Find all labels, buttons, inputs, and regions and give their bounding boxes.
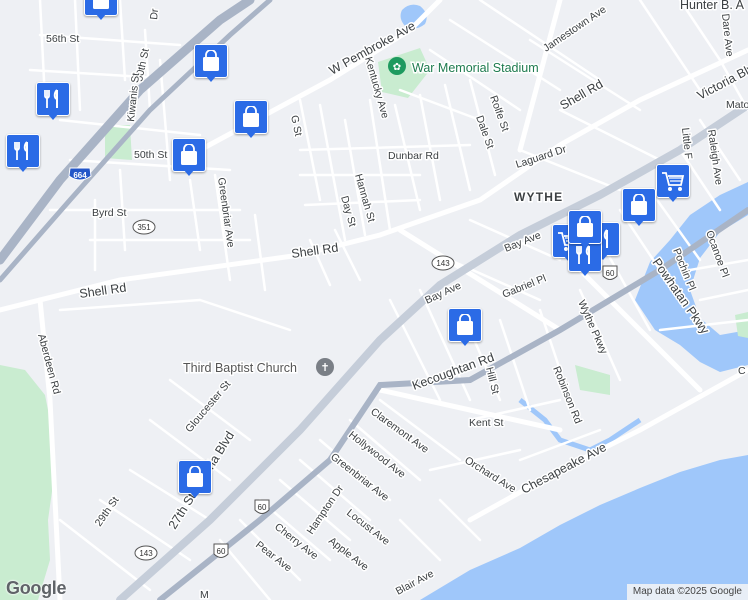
shopping-cart-marker[interactable]: [656, 164, 690, 204]
shopping-bag-marker[interactable]: [622, 188, 656, 228]
shopping-bag-icon: [622, 188, 656, 222]
street-label-byrd: Byrd St: [92, 207, 127, 219]
svg-text:351: 351: [137, 223, 151, 232]
shopping-bag-marker[interactable]: [84, 0, 118, 22]
shopping-bag-icon: [194, 44, 228, 78]
street-label-50th-b: 50th St: [134, 149, 167, 161]
map-attribution[interactable]: Map data ©2025 Google: [626, 584, 748, 600]
svg-text:664: 664: [73, 171, 87, 180]
map-canvas[interactable]: 664 351 143 143 60 60 60 ✿ War Memorial …: [0, 0, 748, 600]
restaurant-icon: [36, 82, 70, 116]
marker-pointer: [95, 13, 107, 20]
marker-pointer: [459, 339, 471, 346]
route-351-shield: 351: [132, 219, 156, 235]
us-60-shield-c: 60: [602, 265, 618, 280]
shopping-bag-icon: [448, 308, 482, 342]
marker-pointer: [189, 491, 201, 498]
street-label-56th: 56th St: [46, 33, 79, 45]
restaurant-marker[interactable]: [36, 82, 70, 122]
stadium-label: War Memorial Stadium: [412, 61, 539, 75]
stadium-icon: ✿: [393, 62, 401, 73]
marker-pointer: [17, 165, 29, 172]
neighborhood-label: WYTHE: [514, 190, 563, 204]
shopping-bag-marker[interactable]: [172, 138, 206, 178]
marker-pointer: [47, 113, 59, 120]
street-label-c-edge: C: [738, 365, 746, 377]
shopping-bag-marker[interactable]: [568, 210, 602, 250]
shopping-cart-icon: [656, 164, 690, 198]
marker-pointer: [205, 75, 217, 82]
svg-text:143: 143: [436, 259, 450, 268]
street-label-m-edge: M: [200, 589, 209, 600]
restaurant-icon: [6, 134, 40, 168]
street-label-hunter: Hunter B. A: [680, 0, 745, 12]
marker-pointer: [667, 195, 679, 202]
shopping-bag-icon: [234, 100, 268, 134]
shopping-bag-icon: [178, 460, 212, 494]
shopping-bag-marker[interactable]: [448, 308, 482, 348]
google-logo: Google: [6, 578, 67, 598]
marker-pointer: [245, 131, 257, 138]
cross-icon: ✝: [320, 361, 329, 374]
us-60-shield-a: 60: [254, 499, 270, 514]
church-label: Third Baptist Church: [183, 361, 297, 375]
street-label-dr: Dr: [148, 8, 161, 21]
restaurant-marker[interactable]: [6, 134, 40, 174]
svg-text:60: 60: [606, 269, 615, 278]
us-60-shield-b: 60: [213, 543, 229, 558]
shopping-bag-marker[interactable]: [178, 460, 212, 500]
svg-text:60: 60: [258, 503, 267, 512]
shopping-bag-icon: [568, 210, 602, 244]
marker-pointer: [633, 219, 645, 226]
marker-pointer: [183, 169, 195, 176]
street-label-kent: Kent St: [469, 417, 504, 429]
svg-text:143: 143: [139, 549, 153, 558]
street-label-dunbar: Dunbar Rd: [388, 150, 439, 162]
street-label-mato: Mato: [726, 99, 748, 111]
shopping-bag-marker[interactable]: [194, 44, 228, 84]
route-143-shield-south: 143: [134, 545, 158, 561]
svg-text:60: 60: [217, 547, 226, 556]
marker-pointer: [579, 241, 591, 248]
interstate-664-shield: 664: [68, 167, 92, 181]
route-143-shield-north: 143: [431, 255, 455, 271]
shopping-bag-marker[interactable]: [234, 100, 268, 140]
marker-pointer: [579, 269, 591, 276]
shopping-bag-icon: [172, 138, 206, 172]
